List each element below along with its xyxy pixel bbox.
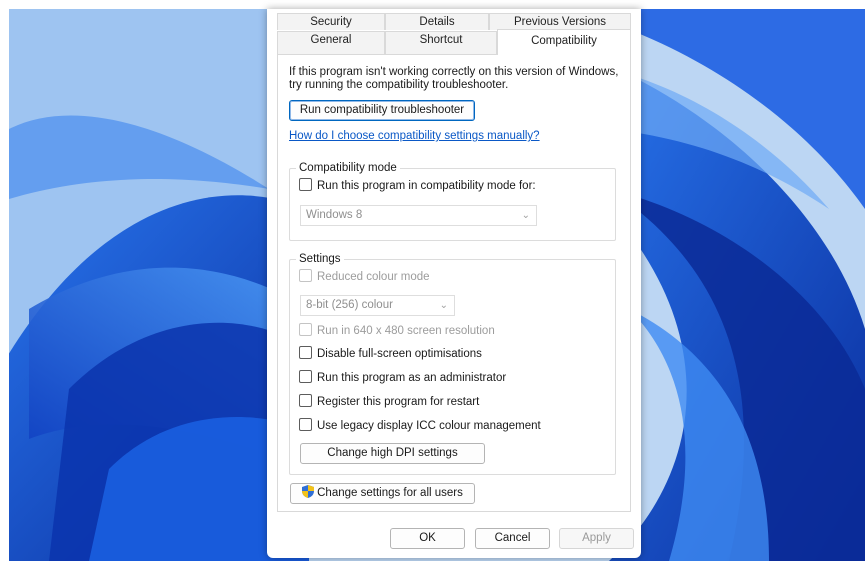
run-as-admin-label: Run this program as an administrator bbox=[317, 372, 507, 384]
legacy-icc-checkbox-row[interactable]: Use legacy display ICC colour management bbox=[299, 418, 541, 434]
reduced-colour-label: Reduced colour mode bbox=[317, 271, 430, 283]
disable-fullscreen-checkbox[interactable] bbox=[299, 346, 312, 359]
change-settings-all-users-label: Change settings for all users bbox=[317, 487, 463, 499]
tab-general[interactable]: General bbox=[277, 31, 385, 55]
compatibility-mode-group: Compatibility mode Run this program in c… bbox=[289, 161, 616, 241]
tab-compatibility[interactable]: Compatibility bbox=[497, 29, 631, 55]
os-version-value: Windows 8 bbox=[306, 209, 363, 221]
resolution-640-checkbox-row: Run in 640 x 480 screen resolution bbox=[299, 323, 495, 339]
intro-text: If this program isn't working correctly … bbox=[289, 66, 619, 91]
os-version-select[interactable]: Windows 8 ⌄ bbox=[300, 205, 537, 226]
tab-previous-versions[interactable]: Previous Versions bbox=[489, 13, 631, 30]
uac-shield-icon bbox=[302, 485, 315, 498]
disable-fullscreen-label: Disable full-screen optimisations bbox=[317, 348, 482, 360]
tab-security[interactable]: Security bbox=[277, 13, 385, 30]
settings-group: Settings Reduced colour mode 8-bit (256)… bbox=[289, 252, 616, 475]
colour-depth-select: 8-bit (256) colour ⌄ bbox=[300, 295, 455, 316]
chevron-down-icon: ⌄ bbox=[439, 300, 448, 311]
compat-mode-checkbox-label: Run this program in compatibility mode f… bbox=[317, 180, 536, 192]
register-restart-checkbox[interactable] bbox=[299, 394, 312, 407]
compat-mode-checkbox[interactable] bbox=[299, 178, 312, 191]
help-link[interactable]: How do I choose compatibility settings m… bbox=[289, 130, 540, 142]
reduced-colour-checkbox-row: Reduced colour mode bbox=[299, 269, 430, 285]
settings-title: Settings bbox=[296, 252, 344, 266]
reduced-colour-checkbox bbox=[299, 269, 312, 282]
tab-shortcut[interactable]: Shortcut bbox=[385, 31, 497, 55]
change-settings-all-users-button[interactable]: Change settings for all users bbox=[290, 483, 475, 504]
legacy-icc-checkbox[interactable] bbox=[299, 418, 312, 431]
colour-depth-value: 8-bit (256) colour bbox=[306, 299, 393, 311]
cancel-button[interactable]: Cancel bbox=[475, 528, 550, 549]
compat-mode-checkbox-row[interactable]: Run this program in compatibility mode f… bbox=[299, 178, 536, 194]
resolution-640-checkbox bbox=[299, 323, 312, 336]
tab-details[interactable]: Details bbox=[385, 13, 489, 30]
change-dpi-settings-button[interactable]: Change high DPI settings bbox=[300, 443, 485, 464]
properties-dialog: Security Details Previous Versions Gener… bbox=[267, 9, 641, 558]
apply-button: Apply bbox=[559, 528, 634, 549]
run-as-admin-checkbox[interactable] bbox=[299, 370, 312, 383]
resolution-640-label: Run in 640 x 480 screen resolution bbox=[317, 325, 495, 337]
chevron-down-icon: ⌄ bbox=[521, 210, 530, 221]
legacy-icc-label: Use legacy display ICC colour management bbox=[317, 420, 541, 432]
run-as-admin-checkbox-row[interactable]: Run this program as an administrator bbox=[299, 370, 506, 386]
disable-fullscreen-checkbox-row[interactable]: Disable full-screen optimisations bbox=[299, 346, 482, 362]
register-restart-checkbox-row[interactable]: Register this program for restart bbox=[299, 394, 479, 410]
run-troubleshooter-button[interactable]: Run compatibility troubleshooter bbox=[289, 100, 475, 121]
ok-button[interactable]: OK bbox=[390, 528, 465, 549]
compatibility-tab-panel: If this program isn't working correctly … bbox=[277, 54, 631, 512]
compatibility-mode-title: Compatibility mode bbox=[296, 161, 400, 175]
register-restart-label: Register this program for restart bbox=[317, 396, 480, 408]
tab-strip: Security Details Previous Versions Gener… bbox=[277, 13, 631, 55]
